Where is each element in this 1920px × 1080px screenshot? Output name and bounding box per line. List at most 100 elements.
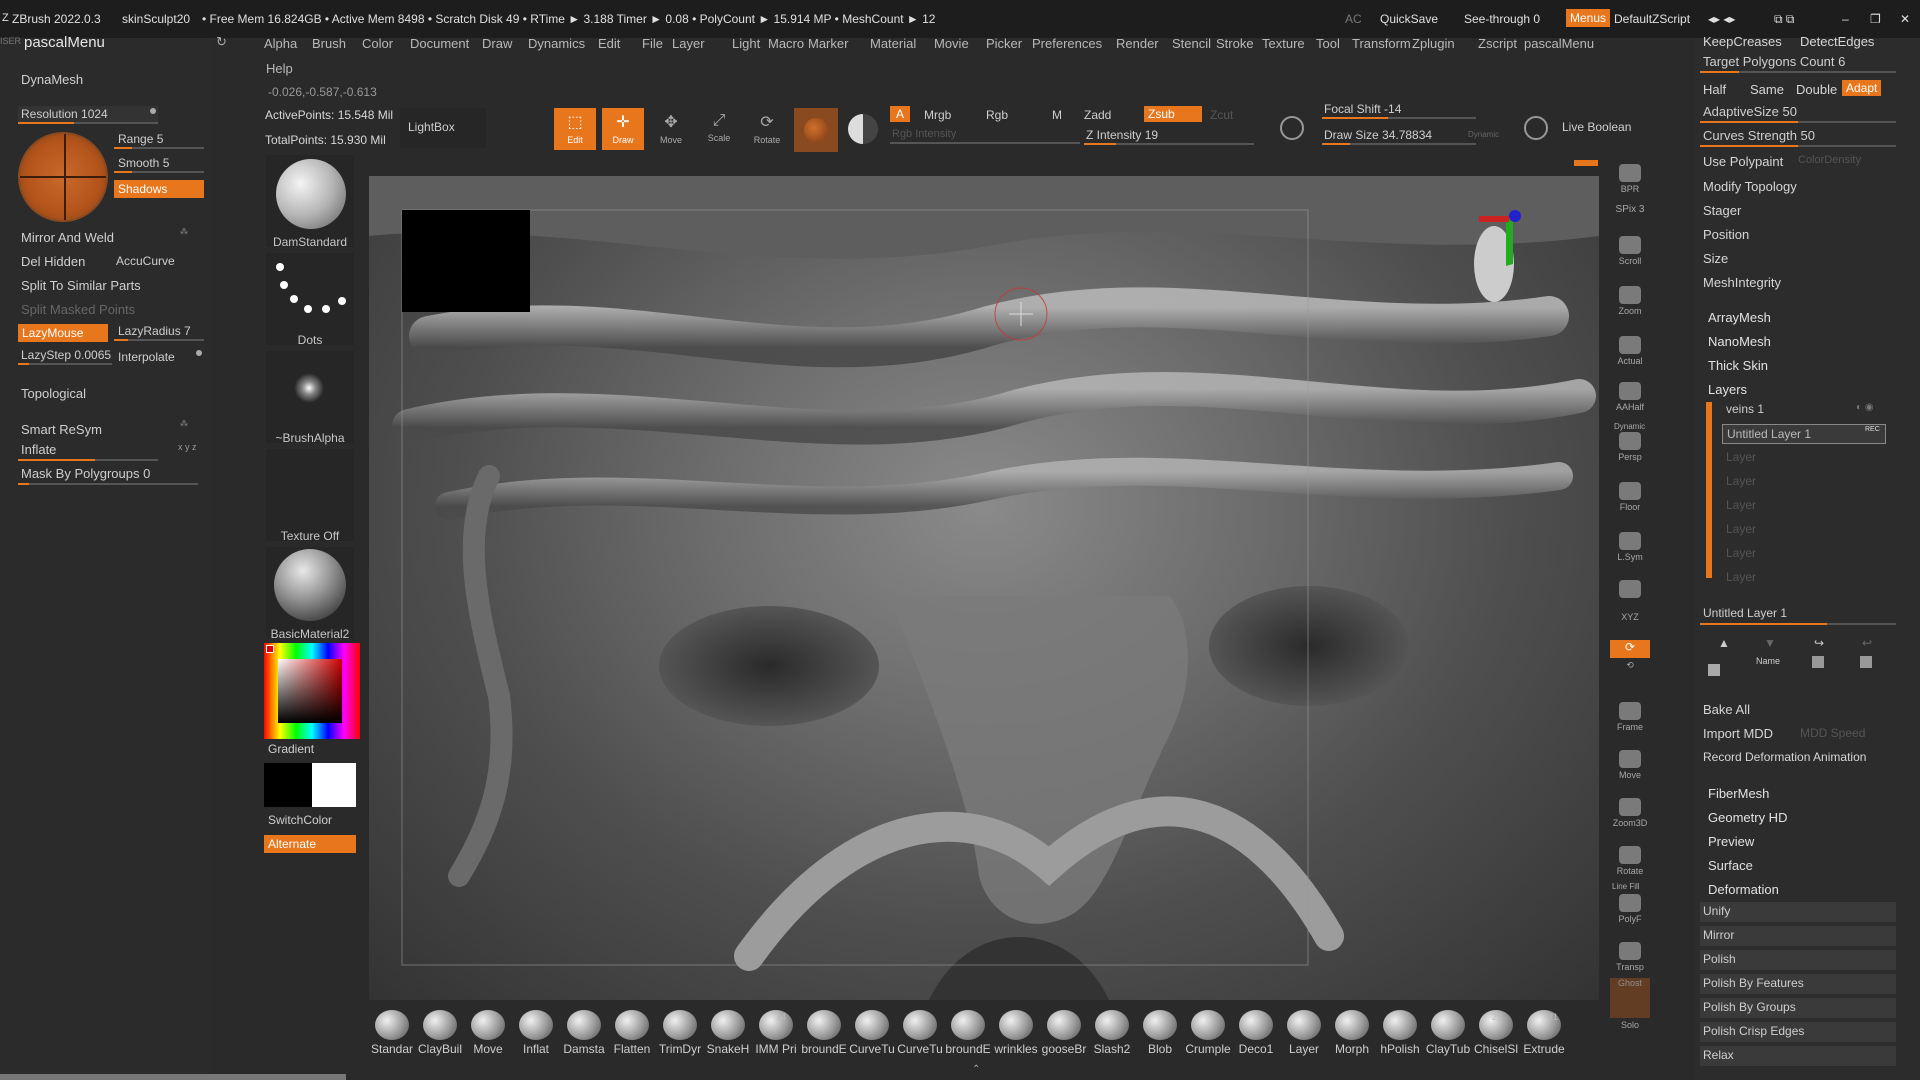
shelf-brush-button[interactable]: Deco1 [1232, 1010, 1280, 1056]
rotate-view-button[interactable]: Rotate [1610, 842, 1650, 882]
mrgb-toggle[interactable]: Mrgb [924, 108, 951, 122]
menu-item[interactable]: Document [410, 36, 469, 51]
menu-item[interactable]: Picker [986, 36, 1022, 51]
menu-item[interactable]: pascalMenu [1524, 36, 1594, 51]
inflate-slider[interactable]: Inflate [18, 442, 158, 461]
stager-section[interactable]: Stager [1703, 203, 1741, 218]
restore-icon[interactable]: ❐ [1870, 12, 1881, 26]
polyf-button[interactable]: PolyF [1610, 890, 1650, 930]
split-similar-button[interactable]: Split To Similar Parts [21, 278, 141, 293]
frame-button[interactable]: Frame [1610, 698, 1650, 738]
menu-item[interactable]: Transform [1352, 36, 1411, 51]
split-masked-button[interactable]: Split Masked Points [21, 302, 135, 317]
shelf-collapse-icon[interactable]: ⌃ [972, 1064, 980, 1075]
layer-intensity-slider[interactable]: Untitled Layer 1 [1700, 606, 1896, 625]
move-button[interactable]: ✥ Move [650, 108, 692, 150]
shelf-brush-button[interactable]: gooseBr [1040, 1010, 1088, 1056]
resym-axis-icon[interactable]: ⁂ [180, 419, 188, 428]
zsub-toggle[interactable]: Zsub [1144, 106, 1202, 122]
zoom-button[interactable]: Zoom [1610, 282, 1650, 322]
layers-section[interactable]: Layers [1708, 382, 1747, 397]
layer-slot-empty[interactable]: Layer [1726, 498, 1756, 512]
minimize-icon[interactable]: – [1842, 12, 1849, 26]
deformation-section[interactable]: Deformation [1708, 882, 1779, 897]
main-color-swatch[interactable] [264, 763, 312, 807]
layer-new-icon[interactable] [1708, 664, 1720, 676]
shelf-brush-button[interactable]: Extrude [1520, 1010, 1568, 1056]
layer-duplicate-icon[interactable] [1812, 656, 1824, 668]
shelf-brush-button[interactable]: SnakeH [704, 1010, 752, 1056]
layer-slot-empty[interactable]: Layer [1726, 450, 1756, 464]
curves-strength-slider[interactable]: Curves Strength 50 [1700, 128, 1896, 147]
menu-item[interactable]: Light [732, 36, 760, 51]
same-button[interactable]: Same [1750, 82, 1784, 97]
lsym-button[interactable]: L.Sym [1610, 528, 1650, 568]
draw-button[interactable]: ✛ Draw [602, 108, 644, 150]
rgb-toggle[interactable]: Rgb [986, 108, 1008, 122]
menu-item[interactable]: Draw [482, 36, 512, 51]
live-boolean-icon[interactable] [1524, 116, 1548, 140]
bake-all-button[interactable]: Bake All [1703, 702, 1750, 717]
canvas-viewport[interactable] [369, 176, 1599, 1000]
shelf-brush-button[interactable]: Morph [1328, 1010, 1376, 1056]
keepcreases-toggle[interactable]: KeepCreases [1703, 34, 1782, 49]
shelf-brush-button[interactable]: wrinkles [992, 1010, 1040, 1056]
alpha-button[interactable] [266, 351, 354, 443]
del-hidden-button[interactable]: Del Hidden [21, 254, 85, 269]
layer-down-icon[interactable]: ▼ [1764, 636, 1776, 650]
texture-button[interactable] [266, 449, 354, 541]
focal-shift-slider[interactable]: Focal Shift -14 [1322, 102, 1476, 119]
material-preview-button[interactable] [794, 108, 838, 152]
shelf-brush-button[interactable]: Slash2 [1088, 1010, 1136, 1056]
shelf-brush-button[interactable]: Blob [1136, 1010, 1184, 1056]
layer-slot-empty[interactable]: Layer [1726, 570, 1756, 584]
dynamesh-preview-icon[interactable] [18, 132, 108, 222]
layer-untitled-row[interactable]: Untitled Layer 1 REC [1722, 424, 1886, 444]
current-brush-button[interactable] [266, 155, 354, 247]
fibermesh-section[interactable]: FiberMesh [1708, 786, 1769, 801]
stroke-button[interactable] [266, 253, 354, 345]
shelf-brush-button[interactable]: ClayBuil [416, 1010, 464, 1056]
draw-size-slider[interactable]: Draw Size 34.78834 [1322, 128, 1476, 145]
default-zscript-button[interactable]: DefaultZScript [1614, 12, 1690, 26]
edit-button[interactable]: ⬚ Edit [554, 108, 596, 150]
persp-button[interactable]: Persp [1610, 428, 1650, 468]
transp-button[interactable]: Transp [1610, 938, 1650, 978]
mdd-speed-slider[interactable]: MDD Speed [1800, 726, 1865, 740]
tray-handle[interactable]: ISER [0, 36, 21, 46]
move-view-button[interactable]: Move [1610, 746, 1650, 786]
adapt-toggle[interactable]: Adapt [1842, 80, 1882, 96]
aahalf-button[interactable]: AAHalf [1610, 378, 1650, 418]
polish-slider[interactable]: Polish [1700, 950, 1896, 970]
smooth-slider[interactable]: Smooth 5 [114, 156, 204, 173]
polish-groups-slider[interactable]: Polish By Groups [1700, 998, 1896, 1018]
color-picker[interactable] [264, 643, 360, 739]
close-icon[interactable]: ✕ [1900, 12, 1910, 26]
surface-section[interactable]: Surface [1708, 858, 1753, 873]
layer-slot-empty[interactable]: Layer [1726, 474, 1756, 488]
topological-toggle[interactable]: Topological [21, 386, 86, 401]
window-layout-icon[interactable]: ⧉ ⧉ [1774, 12, 1794, 27]
spix-slider[interactable]: SPix 3 [1610, 204, 1650, 224]
menu-item[interactable]: Marker [808, 36, 848, 51]
shelf-brush-button[interactable]: CurveTu [896, 1010, 944, 1056]
interpolate-toggle[interactable]: Interpolate [118, 350, 175, 364]
shelf-brush-button[interactable]: broundE [800, 1010, 848, 1056]
modify-topology-section[interactable]: Modify Topology [1703, 179, 1797, 194]
live-boolean-button[interactable]: Live Boolean [1562, 120, 1631, 134]
sculptris-pro-icon[interactable] [1280, 116, 1304, 140]
lazystep-slider[interactable]: LazyStep 0.0065 [18, 348, 112, 365]
mirror-button[interactable]: Mirror [1700, 926, 1896, 946]
dynamic-toggle[interactable]: Dynamic [1468, 130, 1499, 139]
solo-button[interactable]: Solo [1610, 1020, 1650, 1044]
arraymesh-section[interactable]: ArrayMesh [1708, 310, 1771, 325]
shelf-brush-button[interactable]: ClayTub [1424, 1010, 1472, 1056]
lazyradius-slider[interactable]: LazyRadius 7 [114, 324, 204, 341]
menu-item[interactable]: Macro [768, 36, 804, 51]
material-button[interactable] [266, 547, 354, 639]
geometry-hd-section[interactable]: Geometry HD [1708, 810, 1787, 825]
switchcolor-button[interactable]: SwitchColor [268, 813, 332, 827]
rotate-axis-button[interactable]: ⟲ [1610, 660, 1650, 680]
menu-item[interactable]: Movie [934, 36, 969, 51]
polish-features-slider[interactable]: Polish By Features [1700, 974, 1896, 994]
